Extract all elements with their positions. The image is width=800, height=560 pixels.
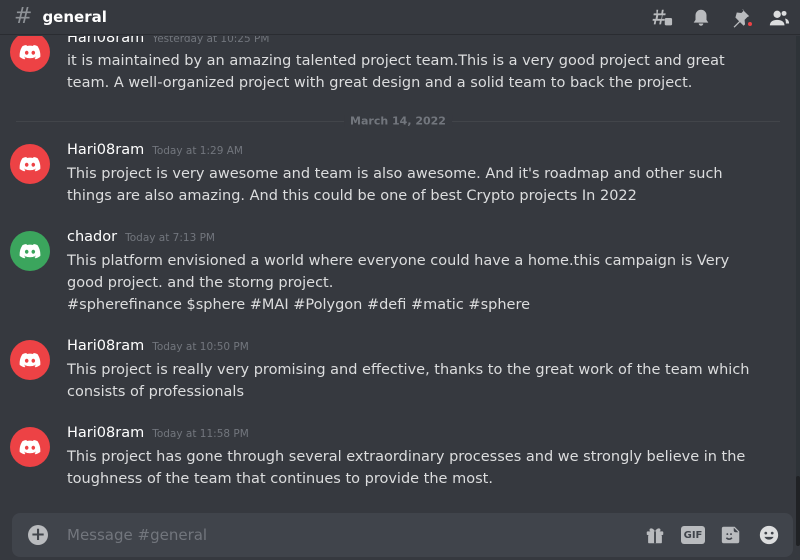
author-name[interactable]: Hari08ram xyxy=(67,338,144,354)
message-list[interactable]: Hari08ram Yesterday at 10:25 PM it is mai… xyxy=(0,36,796,511)
message-text: it is maintained by an amazing talented … xyxy=(67,53,725,91)
author-name[interactable]: Hari08ram xyxy=(67,142,144,158)
channel-header: # general xyxy=(0,0,800,35)
message-author[interactable]: Hari08ram Yesterday at 10:25 PM xyxy=(67,36,269,46)
message-input[interactable] xyxy=(67,524,627,546)
attach-plus-icon[interactable]: + xyxy=(28,525,48,545)
date-divider-label: March 14, 2022 xyxy=(344,114,452,128)
avatar[interactable] xyxy=(10,340,50,380)
discord-logo-icon xyxy=(19,353,41,368)
message: Hari08ram Yesterday at 10:25 PM it is mai… xyxy=(0,36,780,92)
discord-logo-icon xyxy=(19,440,41,455)
scrollbar-thumb[interactable] xyxy=(796,476,800,546)
message: Hari08ram Today at 10:50 PM This project … xyxy=(0,338,780,408)
author-name[interactable]: Hari08ram xyxy=(67,36,144,46)
header-toolbar xyxy=(651,7,792,29)
message-hashtags: #spherefinance $sphere #MAI #Polygon #de… xyxy=(67,297,531,313)
message-timestamp: Today at 7:13 PM xyxy=(125,232,215,244)
channel-name: general xyxy=(42,8,107,26)
avatar[interactable] xyxy=(10,36,50,72)
emoji-icon[interactable] xyxy=(757,523,781,547)
gif-label: GIF xyxy=(681,526,705,544)
author-name[interactable]: chador xyxy=(67,229,117,245)
avatar[interactable] xyxy=(10,231,50,271)
message: Hari08ram Today at 11:58 PM This project … xyxy=(0,425,780,495)
bell-icon[interactable] xyxy=(690,7,714,29)
notification-dot xyxy=(746,20,754,28)
channel-hash-icon: # xyxy=(14,4,33,29)
gift-icon[interactable] xyxy=(643,523,667,547)
message: Hari08ram Today at 1:29 AM This project i… xyxy=(0,142,780,212)
date-divider: March 14, 2022 xyxy=(16,114,780,128)
message: chador Today at 7:13 PM This platform env… xyxy=(0,229,780,319)
sticker-icon[interactable] xyxy=(719,523,743,547)
avatar[interactable] xyxy=(10,144,50,184)
message-timestamp: Yesterday at 10:25 PM xyxy=(152,36,270,45)
message-text-line: This platform envisioned a world where e… xyxy=(67,253,730,291)
message-text: This platform envisioned a world where e… xyxy=(67,250,757,316)
message-timestamp: Today at 11:58 PM xyxy=(152,428,249,440)
message-text: This project is very awesome and team is… xyxy=(67,166,723,204)
author-name[interactable]: Hari08ram xyxy=(67,425,144,441)
message-author[interactable]: Hari08ram Today at 11:58 PM xyxy=(67,425,249,441)
message-timestamp: Today at 1:29 AM xyxy=(152,145,243,157)
threads-icon[interactable] xyxy=(651,7,675,29)
message-composer: + GIF xyxy=(12,513,793,557)
message-author[interactable]: Hari08ram Today at 10:50 PM xyxy=(67,338,249,354)
composer-toolbar: GIF xyxy=(643,523,781,547)
message-author[interactable]: chador Today at 7:13 PM xyxy=(67,229,215,245)
gif-icon[interactable]: GIF xyxy=(681,523,705,547)
discord-logo-icon xyxy=(19,157,41,172)
message-author[interactable]: Hari08ram Today at 1:29 AM xyxy=(67,142,243,158)
avatar[interactable] xyxy=(10,427,50,467)
message-text: This project is really very promising an… xyxy=(67,362,750,400)
message-text: This project has gone through several ex… xyxy=(67,449,746,487)
discord-logo-icon xyxy=(19,244,41,259)
pin-icon[interactable] xyxy=(729,7,754,29)
message-timestamp: Today at 10:50 PM xyxy=(152,341,249,353)
members-icon[interactable] xyxy=(768,7,792,29)
scrollbar[interactable] xyxy=(796,36,800,546)
discord-logo-icon xyxy=(19,45,41,60)
